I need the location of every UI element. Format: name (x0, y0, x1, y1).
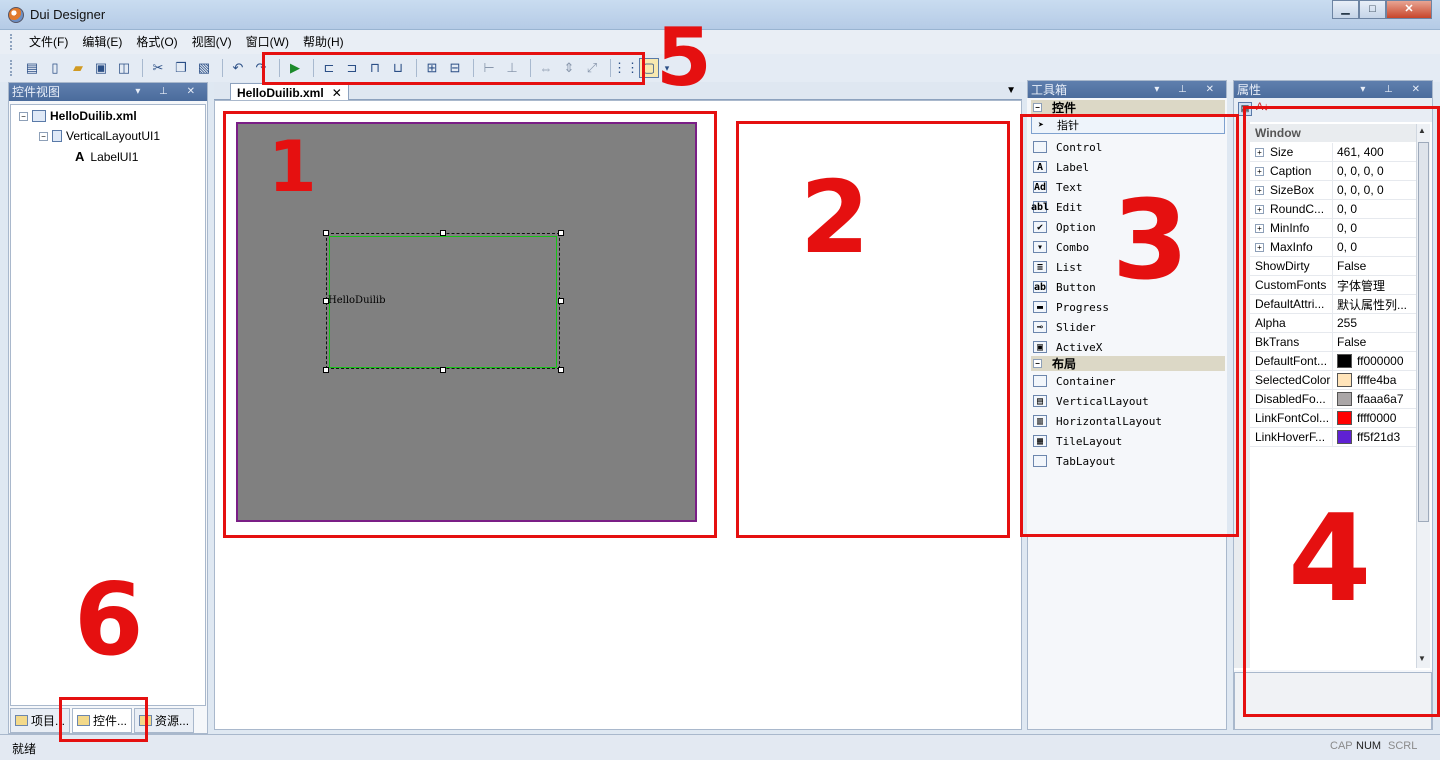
toolbar-separator (142, 59, 143, 77)
close-tab-icon[interactable]: ✕ (332, 85, 342, 101)
panel-controls-icon[interactable]: ▾ ⊥ ✕ (1154, 81, 1222, 99)
toolbar: ▤ ▯ ▰ ▣ ◫ ✂ ❐ ▧ ↶ ↷ ▶ ⊏ ⊐ ⊓ ⊔ ⊞ ⊟ ⊢ ⊥ ⇔ … (0, 54, 1440, 82)
annotation-box-2 (736, 121, 1010, 538)
xml-file-icon (32, 110, 46, 122)
new-project-icon[interactable]: ▤ (22, 58, 42, 78)
document-tab-label: HelloDuilib.xml (237, 85, 324, 100)
title-bar: Dui Designer ▁ □ ✕ (0, 0, 1440, 30)
menu-help[interactable]: 帮助(H) (296, 30, 351, 54)
toolbox-group[interactable]: − 控件 (1031, 100, 1225, 115)
num-lock-indicator: NUM (1356, 740, 1382, 752)
annotation-number-2: 2 (800, 159, 870, 276)
project-icon (15, 714, 28, 726)
tree-node-label: VerticalLayoutUI1 (66, 129, 161, 143)
new-file-icon[interactable]: ▯ (45, 58, 65, 78)
tree-node-label: LabelUI1 (90, 149, 139, 164)
menu-format[interactable]: 格式(O) (129, 30, 184, 54)
save-all-icon[interactable]: ◫ (114, 58, 134, 78)
cut-icon[interactable]: ✂ (148, 58, 168, 78)
app-icon (8, 7, 24, 23)
tab-label: 资源... (155, 713, 190, 728)
toolbar-separator (222, 59, 223, 77)
menu-view[interactable]: 视图(V) (185, 30, 239, 54)
collapse-icon[interactable]: − (39, 131, 48, 141)
menu-grip[interactable] (10, 34, 14, 50)
menu-file[interactable]: 文件(F) (22, 30, 75, 54)
annotation-number-6: 6 (74, 561, 144, 678)
minimize-button[interactable]: ▁ (1332, 0, 1359, 19)
collapse-icon[interactable]: − (1033, 103, 1042, 112)
tab-list-dropdown-icon[interactable]: ▼ (1006, 85, 1016, 96)
undo-icon[interactable]: ↶ (228, 58, 248, 78)
copy-icon[interactable]: ❐ (171, 58, 191, 78)
annotation-number-4: 4 (1288, 490, 1372, 629)
open-folder-icon[interactable]: ▰ (68, 58, 88, 78)
maximize-button[interactable]: □ (1359, 0, 1386, 19)
annotation-number-5: 5 (656, 11, 712, 104)
vertical-layout-icon (52, 130, 62, 142)
document-tab[interactable]: HelloDuilib.xml ✕ (230, 83, 349, 101)
window-title: Dui Designer (30, 7, 106, 22)
collapse-icon[interactable]: − (19, 111, 28, 121)
tree-node-label: HelloDuilib.xml (50, 109, 137, 123)
tree-node-label-ui[interactable]: A LabelUI1 (75, 149, 138, 164)
scroll-lock-indicator: SCRL (1388, 740, 1418, 752)
caps-lock-indicator: CAP (1330, 740, 1353, 752)
save-icon[interactable]: ▣ (91, 58, 111, 78)
annotation-number-1: 1 (268, 126, 317, 208)
annotation-box-6 (59, 697, 148, 742)
toolbox-title: 工具箱 (1031, 83, 1068, 97)
status-bar: 就绪 CAP NUM SCRL (0, 734, 1440, 760)
properties-header: 属性 ▾ ⊥ ✕ (1234, 81, 1432, 99)
menu-edit[interactable]: 编辑(E) (75, 30, 129, 54)
tree-node-vertical-layout[interactable]: − VerticalLayoutUI1 (39, 129, 160, 143)
panel-controls-icon[interactable]: ▾ ⊥ ✕ (1360, 81, 1428, 99)
paste-icon[interactable]: ▧ (194, 58, 214, 78)
control-view-header: 控件视图 ▾ ⊥ ✕ (9, 83, 207, 101)
toolbox-header: 工具箱 ▾ ⊥ ✕ (1028, 81, 1226, 99)
toolbar-grip[interactable] (10, 60, 14, 76)
annotation-box-5 (262, 52, 645, 85)
properties-title: 属性 (1237, 83, 1262, 97)
panel-controls-icon[interactable]: ▾ ⊥ ✕ (135, 83, 203, 101)
close-button[interactable]: ✕ (1386, 0, 1432, 19)
status-text: 就绪 (12, 742, 37, 756)
tree-node-root[interactable]: − HelloDuilib.xml (19, 109, 137, 123)
control-view-title: 控件视图 (12, 85, 61, 99)
menu-window[interactable]: 窗口(W) (239, 30, 296, 54)
annotation-number-3: 3 (1112, 176, 1189, 304)
menu-bar: 文件(F) 编辑(E) 格式(O) 视图(V) 窗口(W) 帮助(H) (0, 30, 1440, 54)
label-icon: A (75, 149, 85, 164)
